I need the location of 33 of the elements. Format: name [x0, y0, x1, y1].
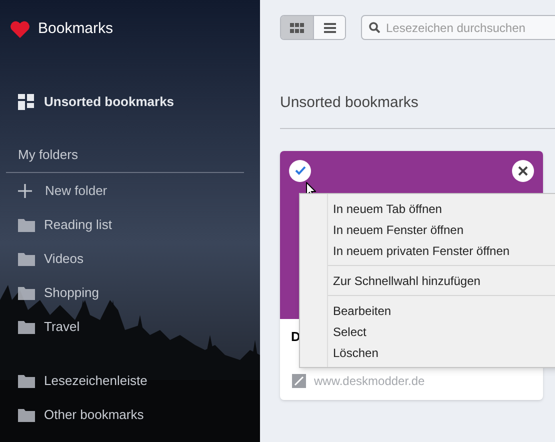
folder-item[interactable]: Travel — [18, 316, 260, 336]
list-view-button[interactable] — [313, 16, 345, 39]
menu-icon — [324, 22, 336, 32]
folder-item[interactable]: Shopping — [18, 282, 260, 302]
sidebar-item[interactable]: Unsorted bookmarks — [18, 91, 260, 113]
menu-item[interactable]: Bearbeiten — [300, 300, 555, 321]
tiles-icon — [18, 94, 34, 110]
folder-item[interactable]: Other bookmarks — [18, 404, 260, 424]
plus-icon — [18, 184, 32, 198]
select-toggle[interactable] — [289, 160, 311, 182]
section-label: My folders — [18, 146, 79, 164]
grid-view-button[interactable] — [281, 16, 313, 39]
menu-item[interactable]: In neuem Tab öffnen — [300, 198, 555, 219]
heart-icon — [10, 20, 30, 38]
app-title: Bookmarks — [38, 18, 114, 39]
menu-item[interactable]: In neuem Fenster öffnen — [300, 219, 555, 240]
link-icon — [292, 374, 306, 388]
folder-item[interactable]: Lesezeichenleiste — [18, 370, 260, 390]
search-field[interactable]: Lesezeichen durchsuchen — [361, 15, 555, 40]
page-heading: Unsorted bookmarks — [280, 93, 420, 113]
search-icon — [369, 22, 380, 33]
card-url: www.deskmodder.de — [314, 373, 425, 390]
menu-item[interactable]: Select — [300, 321, 555, 342]
menu-item[interactable]: Löschen — [300, 342, 555, 363]
grid-icon — [290, 22, 304, 32]
check-icon — [294, 166, 306, 175]
close-icon — [518, 166, 528, 176]
menu-item[interactable]: Zur Schnellwahl hinzufügen — [300, 270, 555, 291]
folder-item[interactable]: Reading list — [18, 214, 260, 234]
menu-item[interactable]: In neuem privaten Fenster öffnen — [300, 240, 555, 261]
close-button[interactable] — [512, 160, 534, 182]
new-folder-link[interactable]: New folder — [18, 180, 260, 200]
folder-item[interactable]: Videos — [18, 248, 260, 268]
